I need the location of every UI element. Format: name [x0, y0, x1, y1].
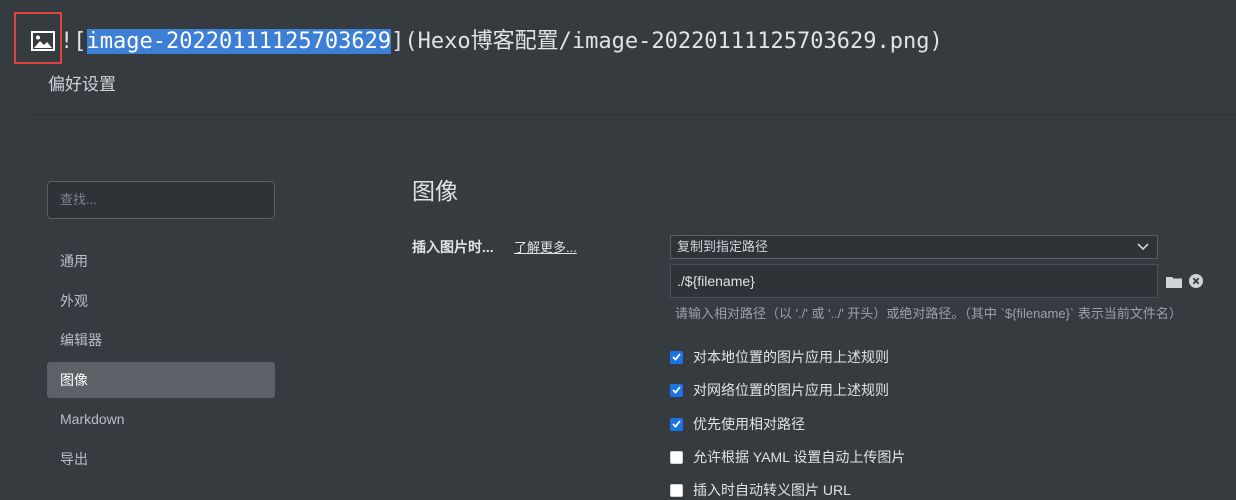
path-hint: 请输入相对路径（以 './' 或 '../' 开头）或绝对路径。（其中 `${f…: [675, 306, 1182, 321]
sidebar-item-appearance[interactable]: 外观: [47, 283, 275, 319]
insert-action-select[interactable]: 复制到指定路径: [670, 235, 1158, 259]
option-label: 插入时自动转义图片 URL: [693, 482, 851, 498]
sidebar-item-export[interactable]: 导出: [47, 441, 275, 477]
alt-text-selected[interactable]: image-20220111125703629: [86, 29, 392, 54]
option-escape-url[interactable]: 插入时自动转义图片 URL: [670, 480, 851, 500]
option-label: 允许根据 YAML 设置自动上传图片: [693, 449, 906, 465]
clear-icon[interactable]: [1189, 274, 1203, 288]
image-path-text: ](Hexo博客配置/image-20220111125703629.png): [391, 29, 943, 54]
sidebar-item-image[interactable]: 图像: [47, 362, 275, 398]
chevron-down-icon: [1137, 243, 1149, 251]
checkbox-unchecked[interactable]: [670, 483, 683, 497]
folder-icon[interactable]: [1166, 275, 1182, 288]
option-local-images[interactable]: 对本地位置的图片应用上述规则: [670, 347, 889, 367]
checkbox-unchecked[interactable]: [670, 450, 683, 464]
option-label: 对本地位置的图片应用上述规则: [693, 349, 889, 365]
image-icon[interactable]: [31, 31, 55, 51]
bang-bracket: ![: [60, 29, 87, 54]
section-title: 图像: [412, 178, 458, 204]
search-input[interactable]: 查找...: [47, 181, 275, 219]
insert-image-label: 插入图片时...: [412, 239, 494, 255]
sidebar-item-editor[interactable]: 编辑器: [47, 322, 275, 358]
markdown-image-syntax[interactable]: ![image-20220111125703629](Hexo博客配置/imag…: [60, 27, 943, 57]
sidebar-item-markdown[interactable]: Markdown: [47, 401, 275, 437]
header-divider: [30, 114, 1236, 115]
sidebar-item-general[interactable]: 通用: [47, 243, 275, 279]
learn-more-link[interactable]: 了解更多...: [514, 237, 577, 256]
check-icon: [672, 420, 681, 428]
check-icon: [672, 353, 681, 361]
insert-action-value: 复制到指定路径: [677, 239, 769, 254]
checkbox-checked[interactable]: [670, 350, 683, 364]
checkbox-checked[interactable]: [670, 383, 683, 397]
image-path-input[interactable]: ./${filename}: [670, 264, 1158, 298]
option-label: 对网络位置的图片应用上述规则: [693, 382, 889, 398]
option-prefer-relative[interactable]: 优先使用相对路径: [670, 414, 805, 434]
check-icon: [672, 386, 681, 394]
preferences-title: 偏好设置: [48, 75, 116, 94]
option-yaml-upload[interactable]: 允许根据 YAML 设置自动上传图片: [670, 447, 905, 467]
checkbox-checked[interactable]: [670, 417, 683, 431]
option-label: 优先使用相对路径: [693, 416, 805, 432]
option-network-images[interactable]: 对网络位置的图片应用上述规则: [670, 380, 889, 400]
